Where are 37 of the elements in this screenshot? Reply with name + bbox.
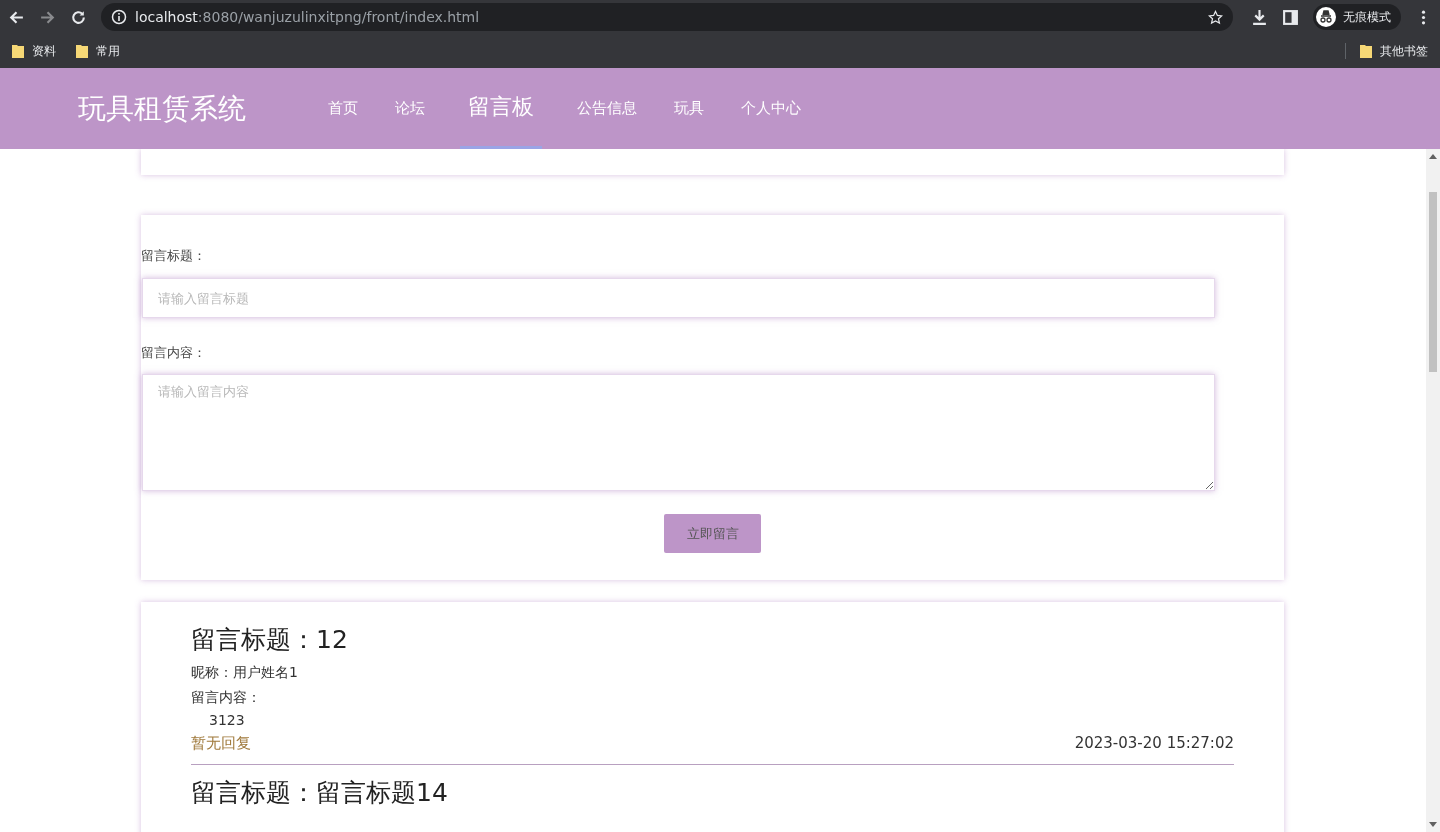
field-label: 留言内容： [141,344,207,361]
info-icon[interactable] [111,9,127,25]
side-panel-icon[interactable] [1282,8,1299,26]
folder-icon [76,44,88,58]
scrollbar-thumb[interactable] [1429,192,1437,372]
bookmark[interactable]: 其他书签 [1360,42,1428,60]
message-content: 3123 [209,711,246,729]
nickname-text: 昵称：用户姓名1 [191,663,299,681]
nav-tab[interactable]: 个人中心 [739,68,803,149]
scroll-down-icon[interactable] [1429,822,1437,827]
scrollbar[interactable] [1426,149,1440,832]
nav-tab[interactable]: 首页 [326,68,360,149]
message-time: 2023-03-20 15:27:02 [1074,733,1234,753]
scroll-up-icon[interactable] [1429,154,1437,159]
site-logo[interactable]: 玩具租赁系统 [78,89,246,128]
download-icon[interactable] [1251,8,1268,26]
folder-icon [12,44,24,58]
submit-button[interactable]: 立即留言 [664,514,761,553]
bookmark[interactable]: 常用 [76,42,120,60]
bookmark[interactable]: 资料 [12,42,56,60]
incognito-chip[interactable]: 无痕模式 [1313,4,1401,30]
incognito-icon [1316,7,1336,27]
content-textarea[interactable]: 请输入留言内容 [142,374,1215,491]
reply-status: 暂无回复 [191,733,251,753]
reload-icon[interactable] [70,8,87,26]
nav-tab[interactable]: 公告信息 [575,68,639,149]
address-bar[interactable]: localhost:8080/wanjuzulinxitpng/front/index.html [101,3,1233,31]
folder-icon [1360,44,1372,58]
star-icon[interactable] [1208,9,1223,25]
url-text: localhost:8080/wanjuzulinxitpng/front/index.html [135,9,480,25]
message-title: 留言标题：留言标题14 [191,777,449,809]
message-title: 留言标题：12 [191,624,349,656]
title-input[interactable]: 请输入留言标题 [142,278,1215,318]
content-label: 留言内容： [191,688,262,706]
nav-tab[interactable]: 论坛 [393,68,427,149]
nav-tab[interactable]: 玩具 [672,68,706,149]
field-label: 留言标题： [141,247,207,264]
